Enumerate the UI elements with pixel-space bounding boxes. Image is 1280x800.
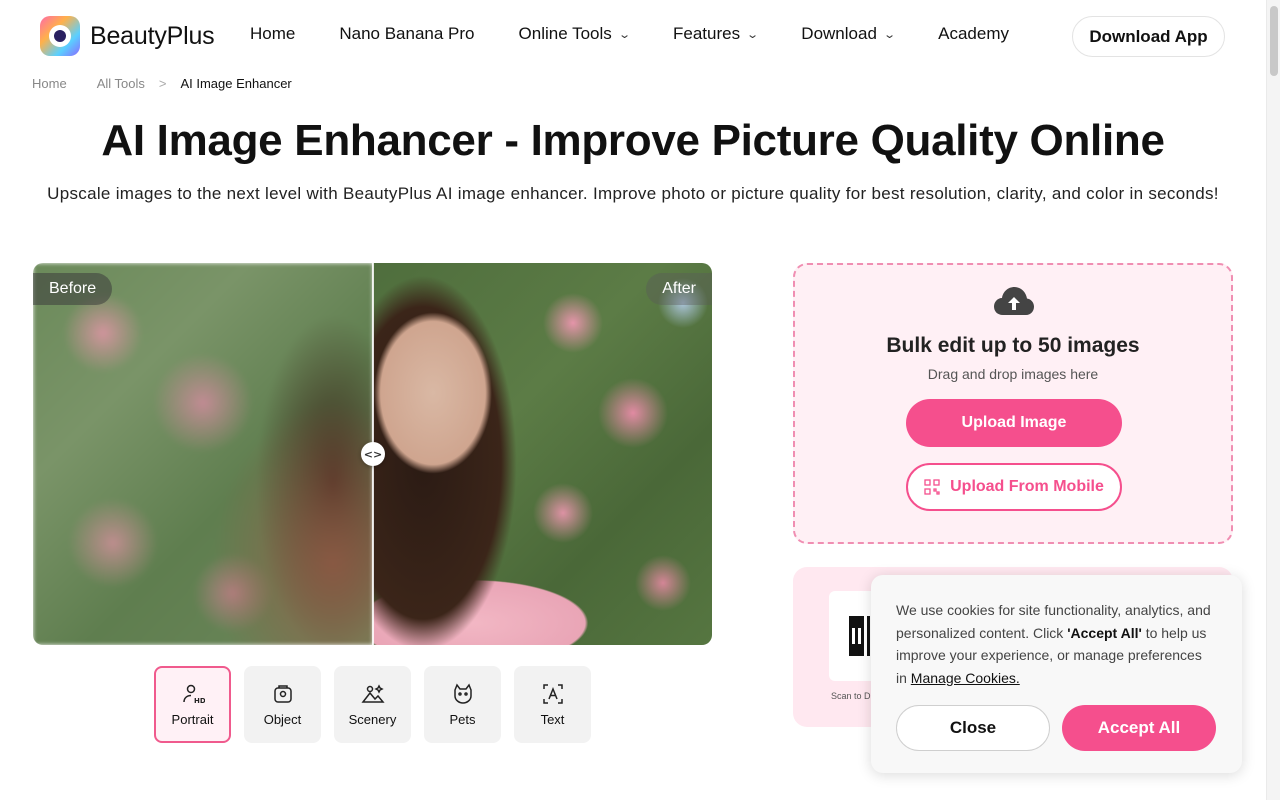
before-after-compare[interactable]: <> Before After (33, 263, 712, 645)
category-pets[interactable]: Pets (424, 666, 501, 743)
upload-dropzone[interactable]: Bulk edit up to 50 images Drag and drop … (793, 263, 1233, 544)
cookie-banner: We use cookies for site functionality, a… (871, 575, 1242, 773)
page-subtitle: Upscale images to the next level with Be… (47, 184, 1219, 203)
nav-label: Academy (938, 24, 1009, 43)
portrait-hd-icon: HD (182, 684, 205, 705)
nav-item-nano-banana-pro[interactable]: Nano Banana Pro (339, 24, 474, 44)
pets-icon (453, 683, 472, 704)
upload-title: Bulk edit up to 50 images (886, 334, 1140, 357)
svg-text:HD: HD (194, 697, 205, 705)
text-icon (542, 684, 563, 704)
category-portrait[interactable]: HD Portrait (154, 666, 231, 743)
logo[interactable]: BeautyPlus (40, 16, 215, 56)
breadcrumb-all-tools[interactable]: All Tools (97, 76, 145, 91)
site-header: BeautyPlus Home Nano Banana Pro Online T… (0, 0, 1266, 72)
page-scrollbar[interactable] (1266, 0, 1280, 800)
upload-subtitle: Drag and drop images here (927, 366, 1099, 382)
scrollbar-thumb[interactable] (1270, 6, 1278, 76)
nav-item-academy[interactable]: Academy (938, 24, 1009, 44)
chevron-down-icon: ⌄ (746, 28, 760, 41)
main-nav: Home Nano Banana Pro Online Tools ⌄ Featu… (250, 24, 1009, 44)
nav-item-download[interactable]: Download ⌄ (801, 24, 896, 44)
breadcrumb-separator-icon: > (158, 76, 167, 91)
breadcrumb-home[interactable]: Home (32, 76, 67, 91)
nav-label: Home (250, 24, 296, 43)
category-label: Pets (449, 712, 476, 727)
category-label: Portrait (171, 712, 214, 727)
before-image (33, 263, 373, 645)
cookie-message: We use cookies for site functionality, a… (896, 599, 1216, 689)
category-text[interactable]: Text (514, 666, 591, 743)
nav-item-online-tools[interactable]: Online Tools ⌄ (518, 24, 631, 44)
upload-from-mobile-label: Upload From Mobile (950, 478, 1104, 495)
nav-item-features[interactable]: Features ⌄ (672, 24, 760, 44)
before-label: Before (33, 273, 113, 305)
category-label: Object (263, 712, 302, 727)
cookie-close-button[interactable]: Close (896, 705, 1050, 751)
nav-item-home[interactable]: Home (250, 24, 295, 44)
cloud-upload-icon (994, 287, 1034, 315)
scenery-icon (360, 684, 385, 703)
upload-image-button[interactable]: Upload Image (906, 399, 1122, 447)
manage-cookies-link[interactable]: Manage Cookies. (911, 670, 1020, 686)
after-label: After (646, 273, 712, 305)
nav-label: Download (801, 24, 877, 43)
nav-label: Nano Banana Pro (339, 24, 475, 43)
upload-from-mobile-button[interactable]: Upload From Mobile (906, 463, 1122, 511)
nav-label: Online Tools (518, 24, 612, 43)
page-title: AI Image Enhancer - Improve Picture Qual… (101, 116, 1165, 165)
category-label: Text (540, 712, 565, 727)
compare-handle-icon[interactable]: <> (361, 442, 385, 466)
qr-code-icon (924, 479, 940, 495)
beautyplus-logo-icon (40, 16, 80, 56)
chevron-down-icon: ⌄ (617, 28, 631, 41)
object-icon (273, 685, 292, 703)
category-scenery[interactable]: Scenery (334, 666, 411, 743)
breadcrumb: Home All Tools > AI Image Enhancer (32, 76, 292, 91)
after-image (373, 263, 712, 645)
download-app-button[interactable]: Download App (1072, 16, 1225, 57)
cookie-accept-emphasis: 'Accept All' (1067, 624, 1142, 641)
category-object[interactable]: Object (244, 666, 321, 743)
logo-text: BeautyPlus (90, 21, 215, 50)
chevron-down-icon: ⌄ (883, 28, 896, 41)
category-selector: HD Portrait Object Scenery Pets Text (154, 666, 591, 743)
scan-text: Scan to D (831, 691, 871, 701)
category-label: Scenery (348, 712, 397, 727)
cookie-accept-all-button[interactable]: Accept All (1062, 705, 1216, 751)
nav-label: Features (672, 24, 741, 43)
breadcrumb-current: AI Image Enhancer (180, 76, 292, 91)
